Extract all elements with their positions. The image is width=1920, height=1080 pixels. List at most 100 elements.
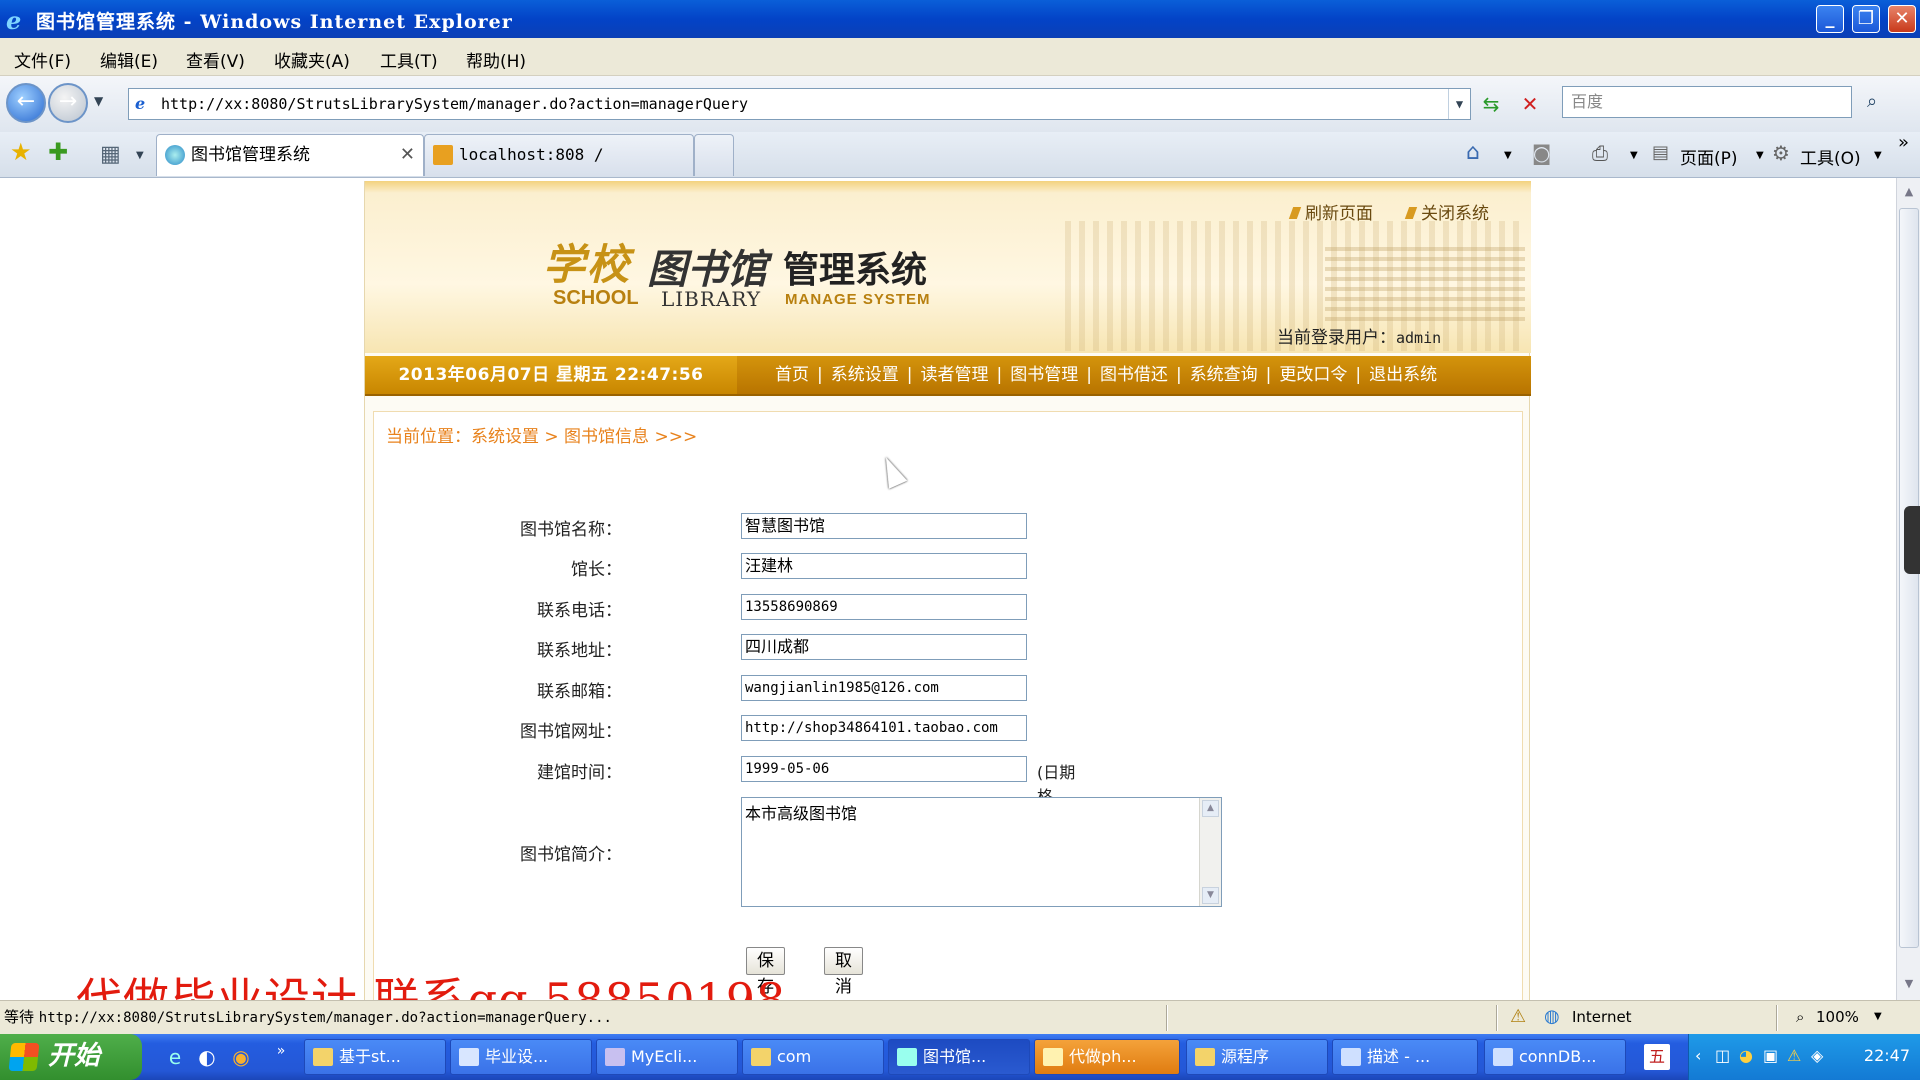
system-tray: ‹ ◫ ◕ ▣ ⚠ ◈ 22:47 xyxy=(1688,1034,1920,1080)
tab-list-dropdown-icon[interactable]: ▼ xyxy=(136,150,144,161)
phone-input[interactable]: 13558690869 xyxy=(741,594,1027,620)
menu-tools[interactable]: 工具(T) xyxy=(380,47,438,72)
tools-menu[interactable]: 工具(O) xyxy=(1800,144,1861,169)
nav-exit[interactable]: 退出系统 xyxy=(1361,356,1445,394)
add-favorite-icon[interactable]: ✚ xyxy=(48,138,68,166)
restore-button[interactable]: ❐ xyxy=(1852,5,1880,33)
nav-system-settings[interactable]: 系统设置 xyxy=(823,356,907,394)
nav-home[interactable]: 首页 xyxy=(737,356,817,394)
tray-network-icon[interactable]: ◫ xyxy=(1715,1046,1730,1065)
minimize-button[interactable]: _ xyxy=(1816,5,1844,33)
taskbar-item[interactable]: MyEcli... xyxy=(596,1039,738,1075)
gear-icon[interactable]: ⚙ xyxy=(1772,141,1790,165)
quick-tabs-icon[interactable]: ▦ xyxy=(100,142,121,167)
side-handle[interactable] xyxy=(1904,506,1920,574)
taskbar-item[interactable]: com xyxy=(742,1039,884,1075)
menu-view[interactable]: 查看(V) xyxy=(186,47,245,72)
search-icon[interactable]: ⌕ xyxy=(1858,88,1886,116)
nav-reader-management[interactable]: 读者管理 xyxy=(912,356,996,394)
menu-bar: 文件(F) 编辑(E) 查看(V) 收藏夹(A) 工具(T) 帮助(H) xyxy=(0,38,1920,76)
search-input[interactable]: 百度 xyxy=(1562,86,1852,118)
taskbar-item[interactable]: connDB... xyxy=(1484,1039,1626,1075)
taskbar-item[interactable]: 毕业设... xyxy=(450,1039,592,1075)
cancel-button[interactable]: 取消 xyxy=(824,947,863,996)
taskbar-item[interactable]: 基于st... xyxy=(304,1039,446,1075)
zoom-level[interactable]: 100% xyxy=(1816,1001,1859,1033)
nav-system-query[interactable]: 系统查询 xyxy=(1182,356,1266,394)
tray-monitor-icon[interactable]: ▣ xyxy=(1763,1046,1778,1065)
quicklaunch-show-desktop-icon[interactable]: ◐ xyxy=(194,1044,220,1070)
address-bar[interactable]: e http://xx:8080/StrutsLibrarySystem/man… xyxy=(128,88,1471,120)
library-page: 学校 图书馆 管理系统 SCHOOL LIBRARY MANAGE SYSTEM… xyxy=(364,181,1531,1011)
print-dropdown-icon[interactable]: ▼ xyxy=(1630,150,1638,161)
quicklaunch-ie-icon[interactable]: e xyxy=(162,1044,188,1070)
textarea-scroll-up-icon[interactable]: ▲ xyxy=(1202,800,1219,817)
close-system-link[interactable]: 关闭系统 xyxy=(1407,199,1489,224)
page-menu-dropdown-icon[interactable]: ▼ xyxy=(1756,150,1764,161)
feeds-icon[interactable]: ◙ xyxy=(1532,141,1551,165)
nav-borrow-return[interactable]: 图书借还 xyxy=(1092,356,1176,394)
print-icon[interactable]: ⎙ xyxy=(1592,141,1608,165)
stop-icon[interactable]: ✕ xyxy=(1516,90,1544,118)
folder-icon xyxy=(1195,1048,1215,1066)
menu-edit[interactable]: 编辑(E) xyxy=(100,47,158,72)
library-name-input[interactable]: 智慧图书馆 xyxy=(741,513,1027,539)
nav-change-password[interactable]: 更改口令 xyxy=(1271,356,1355,394)
tray-warning-icon[interactable]: ⚠ xyxy=(1787,1046,1801,1065)
window-title: 图书馆管理系统 - Windows Internet Explorer xyxy=(36,11,513,33)
tray-qq-icon[interactable]: ◕ xyxy=(1739,1046,1753,1065)
tray-shield-icon[interactable]: ◈ xyxy=(1811,1046,1823,1065)
page-menu[interactable]: 页面(P) xyxy=(1680,144,1738,169)
menu-help[interactable]: 帮助(H) xyxy=(466,47,526,72)
taskbar-item[interactable]: 描述 - ... xyxy=(1332,1039,1478,1075)
close-tab-icon[interactable]: ✕ xyxy=(400,135,415,175)
status-divider xyxy=(1776,1005,1778,1031)
tools-menu-dropdown-icon[interactable]: ▼ xyxy=(1874,150,1882,161)
scroll-up-icon[interactable]: ▲ xyxy=(1899,182,1919,202)
address-input[interactable]: 四川成都 xyxy=(741,634,1027,660)
tab-phpmyadmin[interactable]: localhost:808 / localh... xyxy=(424,134,694,204)
scroll-thumb[interactable] xyxy=(1899,208,1919,948)
address-dropdown-icon[interactable]: ▼ xyxy=(1448,89,1470,119)
start-button[interactable]: 开始 xyxy=(0,1034,142,1080)
chevron-more-icon[interactable]: » xyxy=(1898,132,1909,153)
current-user-label: 当前登录用户： xyxy=(1277,328,1396,348)
zoom-icon[interactable]: ⌕ xyxy=(1796,1001,1804,1033)
curator-input[interactable]: 汪建林 xyxy=(741,553,1027,579)
ime-icon[interactable]: 五 xyxy=(1644,1044,1670,1070)
vertical-scrollbar[interactable]: ▲ ▼ xyxy=(1896,178,1920,1000)
favorites-star-icon[interactable]: ★ xyxy=(10,138,32,166)
taskbar-item[interactable]: 源程序 xyxy=(1186,1039,1328,1075)
tab-page-icon xyxy=(165,145,185,165)
taskbar-item[interactable]: 代做ph... xyxy=(1034,1039,1180,1075)
quicklaunch-more-icon[interactable]: » xyxy=(268,1038,294,1064)
refresh-icon[interactable]: ⇆ xyxy=(1477,90,1505,118)
intro-textarea[interactable]: 本市高级图书馆 ▲ ▼ xyxy=(741,797,1222,907)
tray-expand-icon[interactable]: ‹ xyxy=(1695,1046,1701,1065)
textarea-scroll-down-icon[interactable]: ▼ xyxy=(1202,887,1219,904)
window-title-bar[interactable]: e 图书馆管理系统 - Windows Internet Explorer _ … xyxy=(0,0,1920,38)
history-dropdown-icon[interactable]: ▼ xyxy=(94,94,103,108)
page-menu-icon[interactable]: ▤ xyxy=(1652,142,1669,163)
forward-button[interactable]: → xyxy=(48,83,88,123)
textarea-scrollbar[interactable]: ▲ ▼ xyxy=(1199,798,1221,906)
new-tab-button[interactable] xyxy=(694,134,734,176)
close-window-button[interactable]: ✕ xyxy=(1888,5,1916,33)
zoom-dropdown-icon[interactable]: ▼ xyxy=(1874,1001,1882,1033)
quicklaunch-browser-icon[interactable]: ◉ xyxy=(228,1044,254,1070)
back-button[interactable]: ← xyxy=(6,83,46,123)
home-dropdown-icon[interactable]: ▼ xyxy=(1504,150,1512,161)
taskbar-item-label: MyEcli... xyxy=(631,1047,698,1066)
menu-favorites[interactable]: 收藏夹(A) xyxy=(274,47,350,72)
refresh-page-link[interactable]: 刷新页面 xyxy=(1291,199,1373,224)
scroll-down-icon[interactable]: ▼ xyxy=(1899,974,1919,994)
email-input[interactable]: wangjianlin1985@126.com xyxy=(741,675,1027,701)
taskbar-item-active[interactable]: 图书馆... xyxy=(888,1039,1030,1075)
tab-library-system[interactable]: 图书馆管理系统 ✕ xyxy=(156,134,424,176)
founded-date-input[interactable]: 1999-05-06 xyxy=(741,756,1027,782)
website-input[interactable]: http://shop34864101.taobao.com xyxy=(741,715,1027,741)
search-placeholder: 百度 xyxy=(1571,92,1604,111)
home-icon[interactable]: ⌂ xyxy=(1466,140,1480,165)
nav-book-management[interactable]: 图书管理 xyxy=(1002,356,1086,394)
menu-file[interactable]: 文件(F) xyxy=(14,47,71,72)
